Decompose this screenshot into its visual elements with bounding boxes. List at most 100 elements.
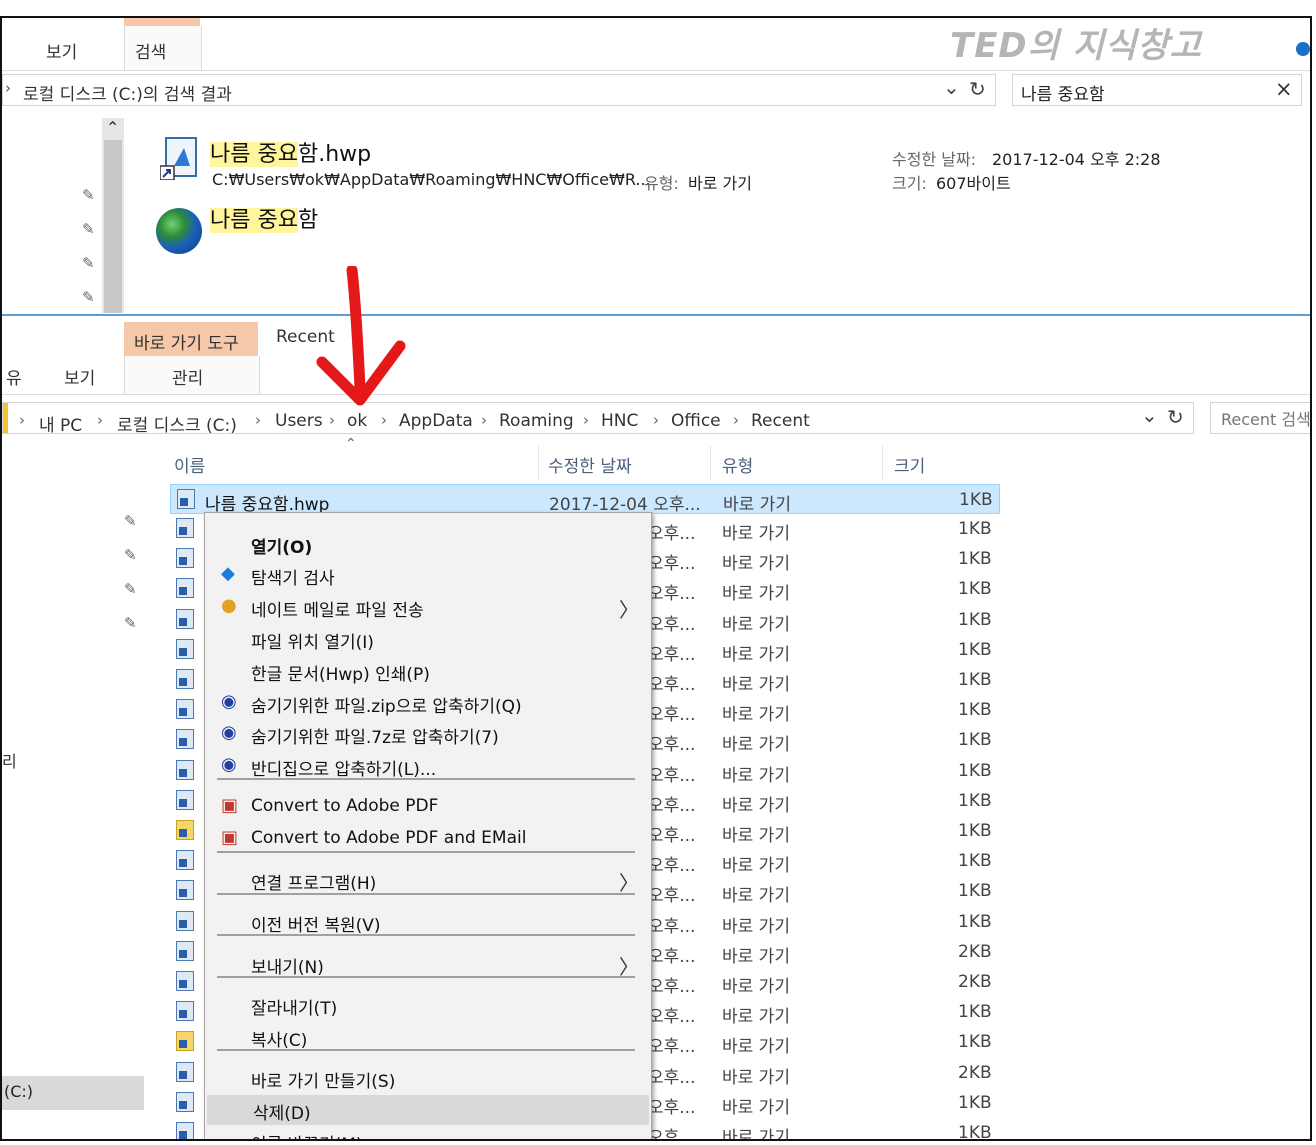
shortcut-file-icon bbox=[176, 940, 194, 961]
shortcut-file-icon bbox=[176, 1122, 194, 1139]
breadcrumb-item[interactable]: 내 PC bbox=[39, 411, 82, 436]
clear-search-icon[interactable]: × bbox=[1275, 77, 1293, 101]
file-date: 오후... bbox=[648, 735, 696, 756]
context-menu-item[interactable]: ▣ Convert to Adobe PDF bbox=[205, 792, 651, 822]
breadcrumb-item[interactable]: 로컬 디스크 (C:) bbox=[117, 411, 237, 436]
column-header-name[interactable]: 이름 bbox=[174, 452, 205, 477]
breadcrumb-item[interactable]: Office bbox=[671, 411, 721, 431]
file-size: 1KB bbox=[958, 851, 992, 872]
file-type: 바로 가기 bbox=[722, 795, 790, 816]
file-date: 오후... bbox=[648, 675, 696, 695]
file-size: 2KB bbox=[958, 1062, 992, 1083]
column-divider bbox=[710, 446, 711, 480]
context-menu-label: 삭제(D) bbox=[253, 1104, 311, 1124]
top-search-value: 나름 중요함 bbox=[1021, 85, 1105, 105]
file-date: 오후... bbox=[648, 795, 696, 816]
shortcut-file-icon bbox=[176, 1001, 194, 1022]
folder-edge-icon bbox=[3, 403, 8, 433]
pin-icon: ✎ bbox=[82, 288, 95, 306]
breadcrumb-sep-icon: › bbox=[653, 411, 659, 429]
file-type: 바로 가기 bbox=[722, 977, 790, 997]
shortcut-file-icon bbox=[176, 910, 194, 931]
dropdown-icon[interactable]: ⌄ bbox=[1141, 403, 1158, 427]
context-menu-label: 연결 프로그램(H) bbox=[251, 874, 377, 894]
file-type: 바로 가기 bbox=[722, 584, 790, 605]
breadcrumb-item[interactable]: Recent bbox=[751, 411, 810, 431]
dropdown-icon[interactable]: ⌄ bbox=[943, 75, 960, 99]
top-address-bar[interactable]: › 로컬 디스크 (C:)의 검색 결과 ⌄ ↻ bbox=[2, 74, 996, 106]
file-type: 바로 가기 bbox=[722, 644, 790, 665]
context-menu-item[interactable]: ◉ 숨기기위한 파일.7z로 압축하기(7) bbox=[205, 719, 651, 749]
nav-label[interactable]: 리 bbox=[2, 748, 17, 772]
context-menu-item[interactable]: 보내기(N) 〉 bbox=[205, 949, 651, 979]
shortcut-file-icon bbox=[176, 1091, 194, 1112]
scroll-up-icon[interactable]: ⌃ bbox=[106, 118, 119, 137]
context-menu-item[interactable]: ◆ 탐색기 검사 bbox=[205, 560, 651, 590]
context-menu-label: 숨기기위한 파일.7z로 압축하기(7) bbox=[251, 728, 499, 748]
context-menu-item[interactable]: 복사(C) bbox=[205, 1022, 651, 1052]
result-name: 나름 중요함.hwp bbox=[210, 136, 371, 168]
context-menu-item[interactable]: 이전 버전 복원(V) bbox=[205, 907, 651, 937]
result-date-label: 수정한 날짜: bbox=[892, 150, 977, 169]
result-name-highlight: 나름 중요 bbox=[210, 142, 298, 167]
context-menu-item[interactable]: 삭제(D) bbox=[207, 1095, 649, 1125]
context-menu-item[interactable]: 잘라내기(T) bbox=[205, 990, 651, 1020]
scroll-thumb[interactable] bbox=[104, 140, 122, 313]
search-result-item[interactable]: 나름 중요함.hwp C:₩Users₩ok₩AppData₩Roaming₩H… bbox=[152, 130, 1252, 193]
context-menu-item[interactable]: ◉ 숨기기위한 파일.zip으로 압축하기(Q) bbox=[205, 688, 651, 718]
context-menu-item[interactable]: 연결 프로그램(H) 〉 bbox=[205, 865, 651, 895]
context-menu-item[interactable]: 이름 바꾸기(M) bbox=[205, 1126, 651, 1139]
column-header-type[interactable]: 유형 bbox=[722, 452, 753, 477]
bottom-search-box[interactable] bbox=[1210, 402, 1310, 434]
tab-manage[interactable]: 관리 bbox=[172, 364, 203, 389]
shortcut-tools-tab[interactable]: 바로 가기 도구 bbox=[124, 322, 258, 356]
shortcut-file-icon bbox=[176, 578, 194, 599]
context-menu-item[interactable]: 한글 문서(Hwp) 인쇄(P) bbox=[205, 656, 651, 686]
column-header-date[interactable]: 수정한 날짜 bbox=[548, 452, 632, 477]
breadcrumb-bar[interactable]: › 내 PC › 로컬 디스크 (C:) › Users › ok › AppD… bbox=[2, 402, 1194, 436]
file-size: 1KB bbox=[958, 760, 992, 781]
refresh-icon[interactable]: ↻ bbox=[969, 77, 986, 101]
top-search-box[interactable]: 나름 중요함 × bbox=[1012, 74, 1302, 106]
file-size: 1KB bbox=[959, 490, 993, 510]
file-date: 오후... bbox=[648, 946, 696, 967]
shortcut-file-icon bbox=[176, 669, 194, 689]
shortcut-file-icon bbox=[176, 548, 194, 569]
column-header-size[interactable]: 크기 bbox=[894, 452, 925, 477]
pdf-icon: ▣ bbox=[221, 795, 239, 816]
help-icon[interactable] bbox=[1296, 42, 1310, 56]
context-menu-separator bbox=[217, 934, 635, 936]
file-type: 바로 가기 bbox=[722, 1067, 790, 1088]
context-menu-item[interactable]: ● 네이트 메일로 파일 전송 〉 bbox=[205, 592, 651, 622]
context-menu-label: 한글 문서(Hwp) 인쇄(P) bbox=[251, 665, 430, 685]
file-date: 오후... bbox=[648, 644, 696, 665]
red-arrow-annotation bbox=[316, 266, 406, 406]
globe-icon bbox=[156, 208, 202, 254]
search-result-item[interactable]: 나름 중요함 bbox=[152, 198, 552, 258]
tab-view[interactable]: 보기 bbox=[46, 38, 77, 63]
tab-view[interactable]: 보기 bbox=[64, 364, 95, 389]
file-date: 오후... bbox=[648, 916, 696, 937]
context-menu-item[interactable]: ▣ Convert to Adobe PDF and EMail bbox=[205, 824, 651, 854]
nav-item-drive[interactable]: (C:) bbox=[2, 1076, 144, 1110]
file-row-selected[interactable]: 나름 중요함.hwp 2017-12-04 오후... 바로 가기 1KB bbox=[170, 484, 1000, 515]
tab-share[interactable]: 유 bbox=[6, 364, 22, 389]
context-menu-item[interactable]: 바로 가기 만들기(S) bbox=[205, 1063, 651, 1093]
column-divider bbox=[882, 446, 883, 480]
refresh-icon[interactable]: ↻ bbox=[1167, 405, 1184, 429]
context-menu-label: 네이트 메일로 파일 전송 bbox=[251, 601, 424, 621]
context-menu-item[interactable]: 열기(O) bbox=[205, 529, 651, 559]
file-size: 1KB bbox=[958, 881, 992, 902]
tab-search[interactable]: 검색 bbox=[135, 38, 166, 63]
column-divider bbox=[538, 446, 539, 480]
breadcrumb-item[interactable]: HNC bbox=[601, 411, 638, 431]
breadcrumb-item[interactable]: Roaming bbox=[499, 411, 574, 431]
top-nav-scrollbar[interactable]: ⌃ bbox=[102, 118, 124, 313]
context-menu-item[interactable]: 파일 위치 열기(I) bbox=[205, 624, 651, 654]
top-address-chevron: › bbox=[5, 79, 11, 97]
bottom-search-input[interactable] bbox=[1211, 403, 1310, 433]
context-menu-item[interactable]: ◉ 반디집으로 압축하기(L)... bbox=[205, 751, 651, 781]
file-size: 1KB bbox=[958, 519, 992, 539]
file-type: 바로 가기 bbox=[722, 856, 790, 877]
pdf-email-icon: ▣ bbox=[221, 827, 239, 848]
